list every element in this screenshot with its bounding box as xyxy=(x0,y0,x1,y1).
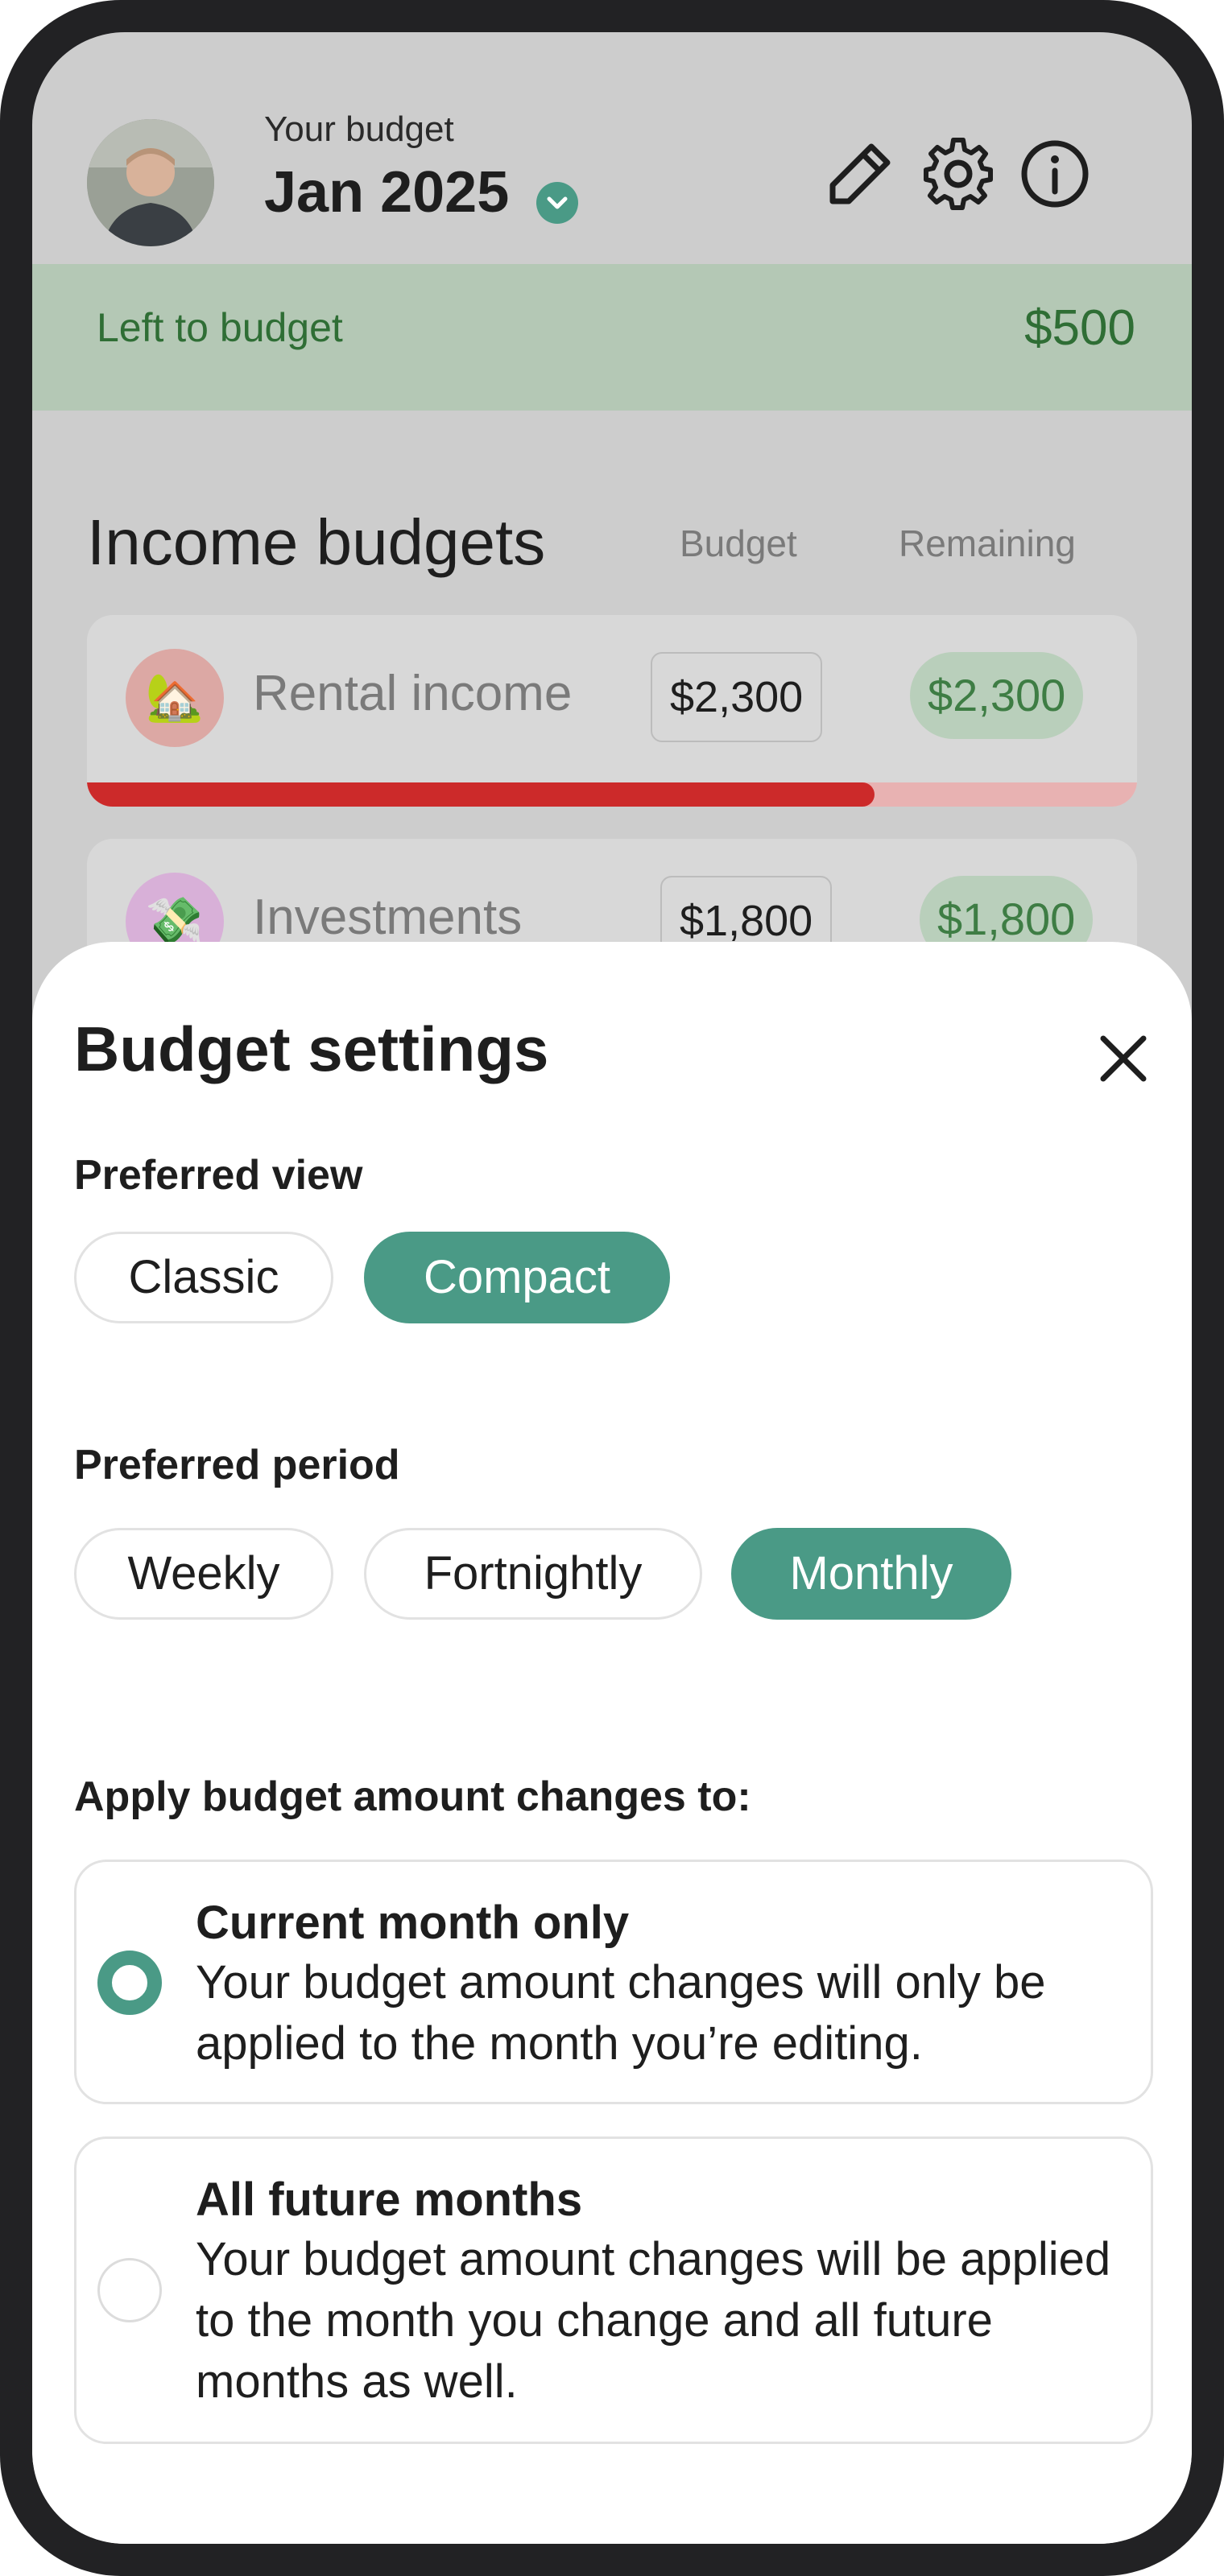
avatar-image xyxy=(87,119,214,246)
category-name: Investments xyxy=(253,890,523,945)
month-title[interactable]: Jan 2025 xyxy=(264,159,509,225)
header-subtitle: Your budget xyxy=(264,109,454,149)
pencil-icon[interactable] xyxy=(821,135,899,213)
house-icon: 🏡 xyxy=(126,649,224,747)
radio-button-unselected[interactable] xyxy=(97,2258,162,2322)
section-title: Income budgets xyxy=(87,506,546,578)
left-to-budget-value: $500 xyxy=(1024,300,1135,356)
budget-settings-sheet: Budget settings Preferred view Classic C… xyxy=(32,942,1192,2544)
remaining-amount: $2,300 xyxy=(910,652,1084,739)
chevron-down-icon[interactable] xyxy=(536,182,578,224)
budget-amount-input[interactable]: $2,300 xyxy=(651,652,823,742)
close-icon[interactable] xyxy=(1095,1030,1152,1087)
column-header-budget: Budget xyxy=(680,522,797,564)
option-title: All future months xyxy=(196,2174,583,2226)
option-title: Current month only xyxy=(196,1897,630,1949)
progress-track xyxy=(87,782,1137,807)
info-icon[interactable] xyxy=(1016,135,1094,213)
device-frame: Your budget Jan 2025 Left to budget $500 xyxy=(0,0,1224,2576)
left-to-budget-banner: Left to budget $500 xyxy=(32,264,1192,411)
preferred-view-label: Preferred view xyxy=(74,1152,363,1199)
option-all-future-months[interactable]: All future months Your budget amount cha… xyxy=(74,2136,1153,2444)
period-option-monthly[interactable]: Monthly xyxy=(731,1528,1011,1620)
view-option-classic[interactable]: Classic xyxy=(74,1232,333,1323)
avatar[interactable] xyxy=(87,119,214,246)
app-screen: Your budget Jan 2025 Left to budget $500 xyxy=(32,32,1192,2544)
column-header-remaining: Remaining xyxy=(899,522,1076,564)
preferred-period-label: Preferred period xyxy=(74,1442,400,1488)
progress-fill xyxy=(87,782,875,807)
view-option-compact[interactable]: Compact xyxy=(364,1232,670,1323)
period-option-weekly[interactable]: Weekly xyxy=(74,1528,333,1620)
apply-changes-label: Apply budget amount changes to: xyxy=(74,1773,751,1820)
left-to-budget-label: Left to budget xyxy=(97,305,343,350)
category-name: Rental income xyxy=(253,666,573,721)
option-description: Your budget amount changes will only be … xyxy=(196,1956,1046,2070)
option-description: Your budget amount changes will be appli… xyxy=(196,2233,1111,2408)
period-option-fortnightly[interactable]: Fortnightly xyxy=(364,1528,702,1620)
budget-row[interactable]: 🏡 Rental income $2,300 $2,300 xyxy=(87,615,1137,807)
gear-icon[interactable] xyxy=(920,135,997,213)
option-current-month[interactable]: Current month only Your budget amount ch… xyxy=(74,1860,1153,2104)
sheet-title: Budget settings xyxy=(74,1013,549,1084)
radio-button-selected[interactable] xyxy=(97,1951,162,2015)
